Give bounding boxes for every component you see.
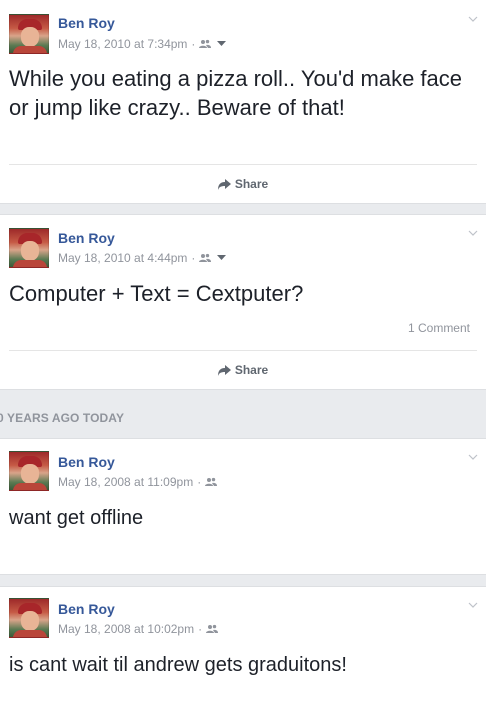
- memories-banner-label: 0 YEARS AGO TODAY: [0, 411, 125, 425]
- chevron-down-icon[interactable]: [468, 14, 478, 24]
- audience-dropdown-icon[interactable]: [217, 255, 227, 261]
- share-button[interactable]: Share: [0, 174, 486, 194]
- post-text: Computer + Text = Cextputer?: [9, 281, 304, 306]
- share-label: Share: [234, 363, 269, 377]
- friends-icon: [199, 253, 212, 262]
- chevron-down-icon[interactable]: [468, 600, 478, 610]
- post-author[interactable]: Ben Roy: [58, 15, 115, 31]
- post-text: want get offline: [9, 507, 144, 529]
- post-text: is cant wait til andrew gets graduitons!: [9, 654, 347, 676]
- post-meta: May 18, 2008 at 10:02pm ·: [58, 622, 219, 636]
- share-button[interactable]: Share: [0, 360, 486, 380]
- post-author[interactable]: Ben Roy: [58, 454, 115, 470]
- audience-dropdown-icon[interactable]: [217, 41, 227, 47]
- avatar[interactable]: [9, 14, 49, 54]
- share-icon: [217, 364, 231, 376]
- post-card: Ben Roy May 18, 2008 at 10:02pm · is can…: [0, 586, 486, 726]
- divider: [9, 164, 477, 165]
- post-timestamp[interactable]: May 18, 2010 at 7:34pm: [58, 37, 187, 51]
- post-card: Ben Roy May 18, 2010 at 7:34pm · While y…: [0, 0, 486, 204]
- share-label: Share: [234, 177, 269, 191]
- comments-count-link[interactable]: 1 Comment: [408, 321, 470, 335]
- post-author[interactable]: Ben Roy: [58, 230, 115, 246]
- avatar[interactable]: [9, 228, 49, 268]
- post-timestamp[interactable]: May 18, 2008 at 11:09pm: [58, 475, 193, 489]
- post-meta: May 18, 2008 at 11:09pm ·: [58, 475, 218, 489]
- friends-icon: [205, 477, 218, 486]
- divider: [9, 350, 477, 351]
- post-meta: May 18, 2010 at 4:44pm ·: [58, 251, 227, 265]
- friends-icon: [206, 624, 219, 633]
- chevron-down-icon[interactable]: [468, 228, 478, 238]
- post-author[interactable]: Ben Roy: [58, 601, 115, 617]
- post-card: Ben Roy May 18, 2010 at 4:44pm · Compute…: [0, 214, 486, 390]
- post-meta: May 18, 2010 at 7:34pm ·: [58, 37, 227, 51]
- post-timestamp[interactable]: May 18, 2008 at 10:02pm: [58, 622, 194, 636]
- chevron-down-icon[interactable]: [468, 452, 478, 462]
- friends-icon: [199, 39, 212, 48]
- share-icon: [217, 178, 231, 190]
- post-timestamp[interactable]: May 18, 2010 at 4:44pm: [58, 251, 187, 265]
- post-text: While you eating a pizza roll.. You'd ma…: [9, 66, 463, 121]
- avatar[interactable]: [9, 451, 49, 491]
- post-card: Ben Roy May 18, 2008 at 11:09pm · want g…: [0, 438, 486, 575]
- avatar[interactable]: [9, 598, 49, 638]
